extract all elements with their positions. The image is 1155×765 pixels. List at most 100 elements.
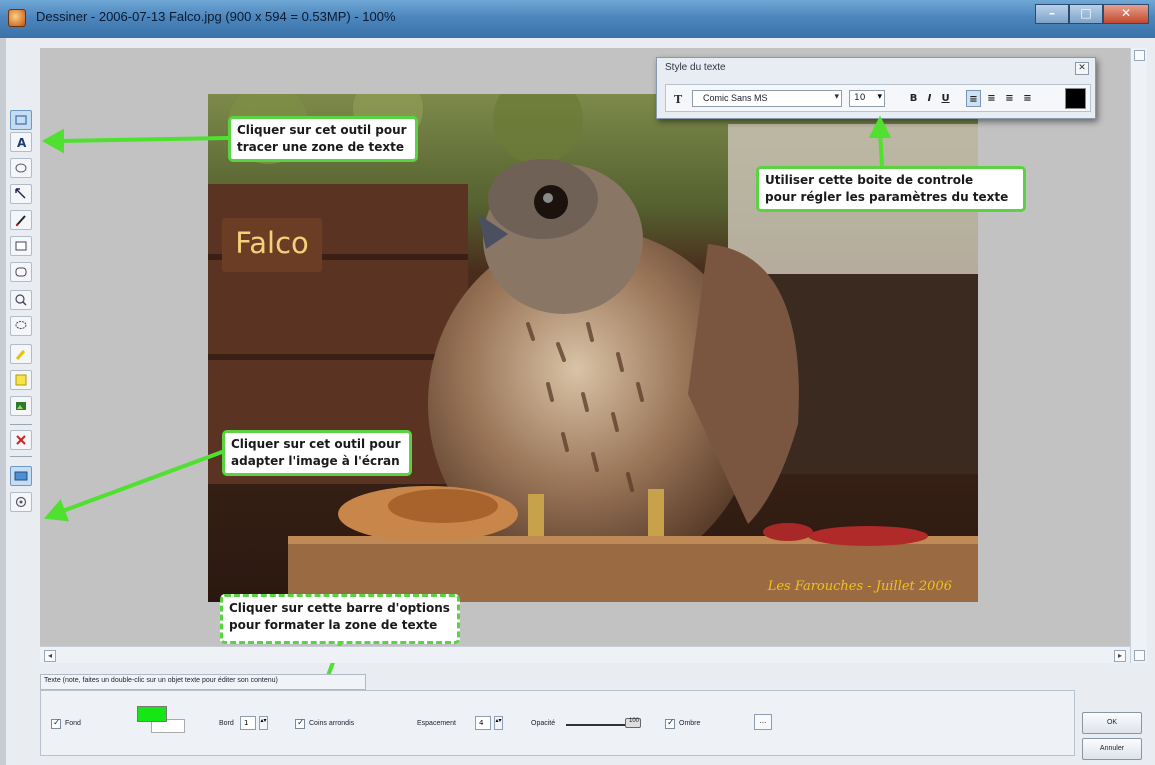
ok-button[interactable]: OK [1082,712,1142,734]
callout-line: pour régler les paramètres du texte [765,190,1009,204]
pen-tool-button[interactable] [10,210,32,230]
opacity-value: 100 [629,718,640,724]
callout-line: tracer une zone de texte [237,140,404,154]
title-bar: Dessiner - 2006-07-13 Falco.jpg (900 x 5… [0,0,1155,38]
minimize-icon: – [1049,6,1055,20]
rectangle-tool-button[interactable] [10,236,32,256]
sticky-note-tool-button[interactable] [10,370,32,390]
font-size-select[interactable]: 10 ▾ [849,90,885,107]
chevron-down-icon: ▾ [877,92,882,102]
palette-close-button[interactable]: ✕ [1075,62,1089,75]
text-object[interactable]: Falco [222,218,322,272]
ellipse-tool-button[interactable] [10,158,32,178]
horizontal-scrollbar[interactable]: ◂ ▸ [40,646,1130,663]
pen-icon [15,215,26,227]
callout-options-bar: Cliquer sur cette barre d'options pour f… [220,594,460,644]
font-family-select[interactable]: Comic Sans MS ▾ [692,90,842,107]
lasso-tool-button[interactable] [10,316,32,336]
sticky-note-icon [15,374,27,386]
spacing-input[interactable]: 4 [475,716,491,730]
close-icon: ✕ [1120,6,1132,20]
actual-size-button[interactable] [10,492,32,512]
arrow-icon [15,188,26,199]
rounded-corners-label: Coins arrondis [309,720,355,727]
maximize-icon: □ [1080,6,1092,20]
align-left-button[interactable]: ≡ [966,90,981,107]
underline-button[interactable]: U [938,90,953,107]
app-icon[interactable] [8,9,26,27]
text-tool-button[interactable]: A [10,132,32,152]
more-options-button[interactable]: ... [754,714,772,730]
delete-tool-button[interactable] [10,430,32,450]
actual-size-icon [15,496,27,508]
rounded-rectangle-icon [15,267,27,277]
scroll-down-button[interactable] [1134,650,1145,661]
chevron-left-icon: ◂ [47,651,52,660]
vertical-scrollbar[interactable] [1130,48,1147,663]
rounded-corners-checkbox[interactable] [295,718,305,729]
lasso-icon [15,321,27,329]
scroll-right-button[interactable]: ▸ [1114,650,1126,662]
rounded-rectangle-tool-button[interactable] [10,262,32,282]
border-width-input[interactable]: 1 [240,716,256,730]
chevron-down-icon: ▾ [834,92,839,102]
callout-line: Utiliser cette boite de controle [765,173,974,187]
window-title: Dessiner - 2006-07-13 Falco.jpg (900 x 5… [36,9,396,24]
callout-control-box: Utiliser cette boite de controle pour ré… [756,166,1026,212]
callout-text-tool: Cliquer sur cet outil pour tracer une zo… [228,116,418,162]
photo-caption: Les Farouches - Juillet 2006 [767,579,952,594]
palette-controls: T Comic Sans MS ▾ 10 ▾ B I U ≡ ≡ ≡ ≡ [665,84,1091,112]
close-icon: ✕ [1078,63,1086,73]
fill-label: Fond [65,720,81,727]
minimize-button[interactable]: – [1035,4,1069,24]
drawing-window: Dessiner - 2006-07-13 Falco.jpg (900 x 5… [0,0,1155,765]
font-family-value: Comic Sans MS [703,93,768,103]
shadow-checkbox[interactable] [665,718,675,729]
maximize-button[interactable]: □ [1069,4,1103,24]
close-button[interactable]: ✕ [1103,4,1149,24]
border-width-stepper[interactable]: ▴▾ [259,716,268,730]
text-options-bar: Fond Bord 1 ▴▾ Coins arrondis Espacement… [40,690,1075,756]
spacing-label: Espacement [417,720,456,727]
image-tool-button[interactable] [10,396,32,416]
callout-line: Cliquer sur cet outil pour [237,123,407,137]
chevron-right-icon: ▸ [1117,651,1122,660]
font-icon: T [674,93,683,106]
callout-line: Cliquer sur cet outil pour [231,437,401,451]
text-style-palette: Style du texte ✕ T Comic Sans MS ▾ 10 ▾ … [656,57,1096,119]
status-text: Texte (note, faites un double-clic sur u… [44,677,278,684]
toolbar-separator [10,456,32,457]
highlighter-tool-button[interactable] [10,344,32,364]
callout-line: adapter l'image à l'écran [231,454,400,468]
fill-checkbox[interactable] [51,718,61,729]
tool-bar: A [6,100,40,560]
scroll-up-button[interactable] [1134,50,1145,61]
arrow-tool-button[interactable] [10,184,32,204]
select-tool-button[interactable] [10,110,32,130]
svg-text:T: T [674,93,683,106]
cancel-button[interactable]: Annuler [1082,738,1142,760]
spacing-stepper[interactable]: ▴▾ [494,716,503,730]
callout-fit-screen: Cliquer sur cet outil pour adapter l'ima… [222,430,412,476]
text-icon: A [17,136,27,149]
fit-to-screen-icon [14,471,28,481]
align-right-button[interactable]: ≡ [1002,90,1017,107]
zoom-tool-button[interactable] [10,290,32,310]
justify-button[interactable]: ≡ [1020,90,1035,107]
rectangle-icon [15,241,27,251]
scroll-left-button[interactable]: ◂ [44,650,56,662]
status-bar: Texte (note, faites un double-clic sur u… [40,674,366,690]
ellipse-icon [15,163,27,173]
delete-icon [16,435,26,445]
image-icon [16,402,26,410]
bold-button[interactable]: B [906,90,921,107]
select-icon [15,115,27,125]
opacity-slider[interactable] [566,724,626,726]
align-center-button[interactable]: ≡ [984,90,999,107]
fit-to-screen-button[interactable] [10,466,32,486]
callout-line: pour formater la zone de texte [229,618,438,632]
svg-text:A: A [17,136,27,149]
text-color-swatch[interactable] [1065,88,1086,109]
fill-color-swatch[interactable] [137,706,167,722]
italic-button[interactable]: I [922,90,937,107]
